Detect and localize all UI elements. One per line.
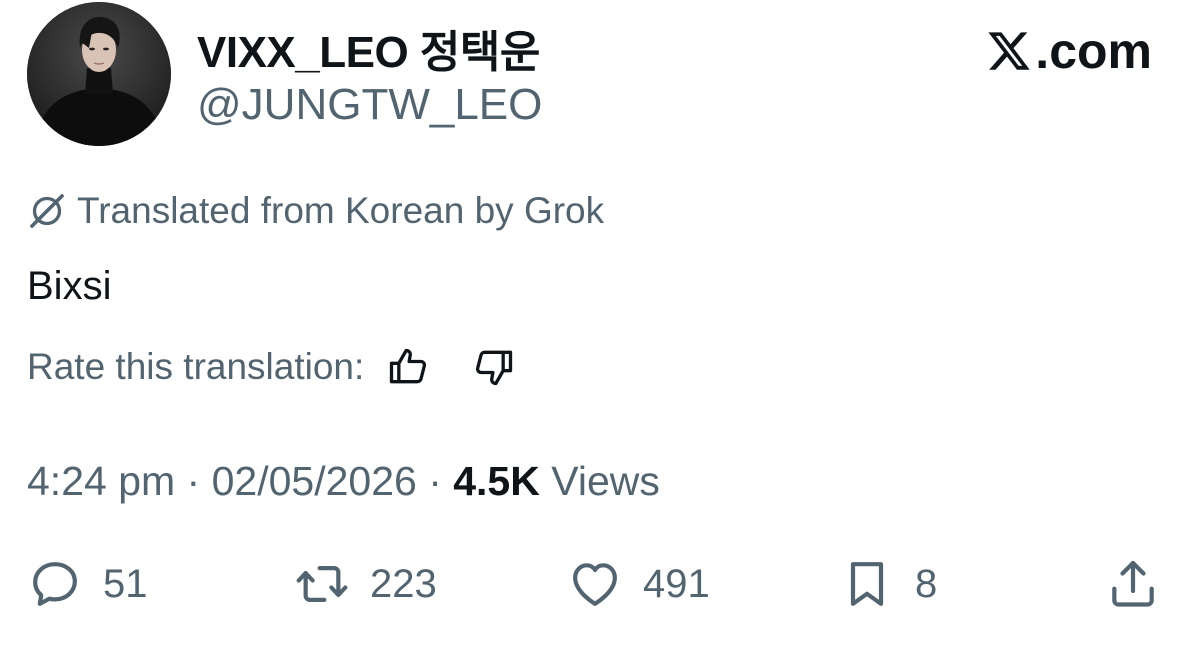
reply-count: 51 [103,561,148,606]
user-handle[interactable]: @JUNGTW_LEO [197,80,542,130]
profile-photo [27,2,171,146]
tweet-meta: 4:24 pm · 02/05/2026 · 4.5K Views [27,458,660,505]
meta-separator: · [175,458,212,504]
repost-count: 223 [370,561,437,606]
x-logo-icon [988,32,1031,70]
tweet-time[interactable]: 4:24 pm [27,458,175,504]
bookmark-button[interactable]: 8 [839,556,937,612]
thumbs-down-button[interactable] [472,345,516,389]
views-label: Views [539,458,660,504]
rate-translation: Rate this translation: [27,345,516,389]
views-count: 4.5K [453,458,540,504]
repost-icon [296,566,348,602]
tweet-date[interactable]: 02/05/2026 [212,458,417,504]
avatar[interactable] [27,2,171,146]
translation-notice: Translated from Korean by Grok [27,190,604,232]
brand-domain: .com [1035,23,1152,79]
brand-label: .com [985,22,1152,80]
tweet-text: Bixsi [27,264,112,308]
bookmark-count: 8 [915,561,938,606]
grok-icon [30,194,64,228]
rate-translation-label: Rate this translation: [27,346,365,387]
display-name[interactable]: VIXX_LEO 정택운 [197,16,540,80]
thumbs-up-icon [390,348,427,384]
reply-icon [33,562,77,606]
repost-button[interactable]: 223 [294,556,437,612]
translation-notice-text: Translated from Korean by Grok [77,190,605,231]
meta-separator: · [416,458,454,504]
like-count: 491 [643,561,710,606]
share-button[interactable] [1105,556,1161,612]
action-bar: 51 223 491 8 [27,556,1167,616]
reply-button[interactable]: 51 [27,556,148,612]
thumbs-up-button[interactable] [386,345,430,389]
heart-icon [573,563,617,606]
thumbs-down-icon [476,350,513,386]
like-button[interactable]: 491 [567,556,710,612]
share-icon [1112,560,1154,607]
bookmark-icon [850,562,884,606]
